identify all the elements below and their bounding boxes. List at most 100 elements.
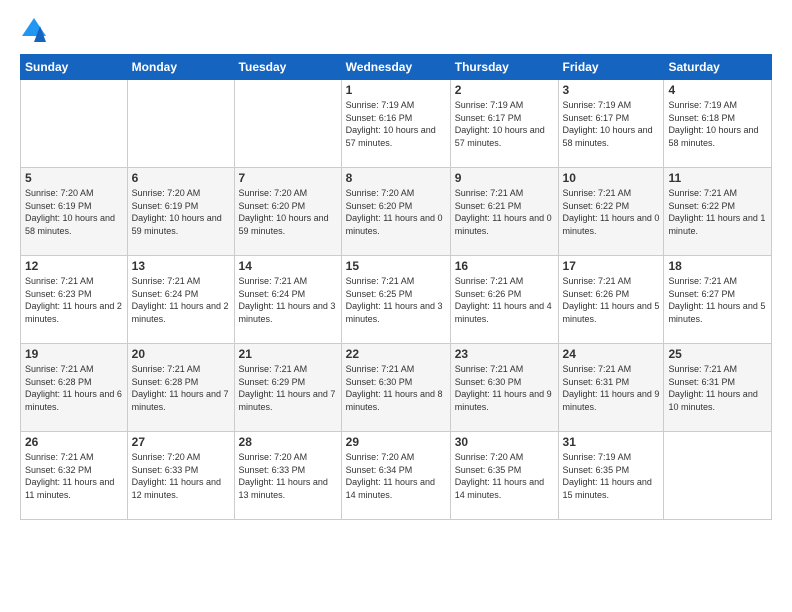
day-info: Sunrise: 7:19 AMSunset: 6:18 PMDaylight:… [668,99,767,149]
calendar-cell: 31 Sunrise: 7:19 AMSunset: 6:35 PMDayligh… [558,432,664,520]
day-info: Sunrise: 7:21 AMSunset: 6:22 PMDaylight:… [668,187,767,237]
calendar-cell: 17 Sunrise: 7:21 AMSunset: 6:26 PMDayligh… [558,256,664,344]
calendar-cell: 6 Sunrise: 7:20 AMSunset: 6:19 PMDaylight… [127,168,234,256]
day-info: Sunrise: 7:20 AMSunset: 6:35 PMDaylight:… [455,451,554,501]
day-info: Sunrise: 7:19 AMSunset: 6:35 PMDaylight:… [563,451,660,501]
day-info: Sunrise: 7:20 AMSunset: 6:19 PMDaylight:… [25,187,123,237]
calendar-cell: 10 Sunrise: 7:21 AMSunset: 6:22 PMDayligh… [558,168,664,256]
day-info: Sunrise: 7:21 AMSunset: 6:27 PMDaylight:… [668,275,767,325]
calendar-cell: 19 Sunrise: 7:21 AMSunset: 6:28 PMDayligh… [21,344,128,432]
day-number: 7 [239,171,337,185]
calendar-week-5: 26 Sunrise: 7:21 AMSunset: 6:32 PMDayligh… [21,432,772,520]
weekday-header-row: SundayMondayTuesdayWednesdayThursdayFrid… [21,55,772,80]
day-number: 5 [25,171,123,185]
weekday-header-sunday: Sunday [21,55,128,80]
weekday-header-wednesday: Wednesday [341,55,450,80]
day-number: 18 [668,259,767,273]
day-info: Sunrise: 7:20 AMSunset: 6:33 PMDaylight:… [239,451,337,501]
calendar-week-4: 19 Sunrise: 7:21 AMSunset: 6:28 PMDayligh… [21,344,772,432]
calendar-cell: 7 Sunrise: 7:20 AMSunset: 6:20 PMDaylight… [234,168,341,256]
calendar-cell: 21 Sunrise: 7:21 AMSunset: 6:29 PMDayligh… [234,344,341,432]
day-info: Sunrise: 7:21 AMSunset: 6:31 PMDaylight:… [668,363,767,413]
calendar-cell: 3Sunrise: 7:19 AMSunset: 6:17 PMDaylight… [558,80,664,168]
calendar-cell: 16 Sunrise: 7:21 AMSunset: 6:26 PMDayligh… [450,256,558,344]
day-number: 15 [346,259,446,273]
calendar-cell: 2 Sunrise: 7:19 AMSunset: 6:17 PMDaylight… [450,80,558,168]
day-number: 21 [239,347,337,361]
day-number: 13 [132,259,230,273]
day-info: Sunrise: 7:21 AMSunset: 6:26 PMDaylight:… [563,275,660,325]
weekday-header-tuesday: Tuesday [234,55,341,80]
day-number: 17 [563,259,660,273]
day-number: 30 [455,435,554,449]
day-info: Sunrise: 7:21 AMSunset: 6:29 PMDaylight:… [239,363,337,413]
day-info: Sunrise: 7:20 AMSunset: 6:20 PMDaylight:… [239,187,337,237]
day-number: 2 [455,83,554,97]
day-info: Sunrise: 7:21 AMSunset: 6:30 PMDaylight:… [346,363,446,413]
day-info: Sunrise: 7:20 AMSunset: 6:20 PMDaylight:… [346,187,446,237]
day-number: 19 [25,347,123,361]
calendar-week-1: 1Sunrise: 7:19 AMSunset: 6:16 PMDaylight… [21,80,772,168]
day-number: 29 [346,435,446,449]
day-info: Sunrise: 7:19 AMSunset: 6:17 PMDaylight:… [455,99,554,149]
calendar-cell: 14 Sunrise: 7:21 AMSunset: 6:24 PMDayligh… [234,256,341,344]
calendar-cell: 27Sunrise: 7:20 AMSunset: 6:33 PMDayligh… [127,432,234,520]
page: SundayMondayTuesdayWednesdayThursdayFrid… [0,0,792,612]
day-number: 6 [132,171,230,185]
day-info: Sunrise: 7:21 AMSunset: 6:31 PMDaylight:… [563,363,660,413]
calendar-cell: 28 Sunrise: 7:20 AMSunset: 6:33 PMDayligh… [234,432,341,520]
calendar-cell: 24 Sunrise: 7:21 AMSunset: 6:31 PMDayligh… [558,344,664,432]
day-number: 22 [346,347,446,361]
day-number: 23 [455,347,554,361]
day-number: 16 [455,259,554,273]
calendar-table: SundayMondayTuesdayWednesdayThursdayFrid… [20,54,772,520]
day-info: Sunrise: 7:21 AMSunset: 6:25 PMDaylight:… [346,275,446,325]
calendar-week-3: 12Sunrise: 7:21 AMSunset: 6:23 PMDayligh… [21,256,772,344]
day-info: Sunrise: 7:21 AMSunset: 6:28 PMDaylight:… [132,363,230,413]
day-number: 4 [668,83,767,97]
weekday-header-thursday: Thursday [450,55,558,80]
calendar-cell: 8Sunrise: 7:20 AMSunset: 6:20 PMDaylight… [341,168,450,256]
day-number: 9 [455,171,554,185]
day-info: Sunrise: 7:21 AMSunset: 6:24 PMDaylight:… [239,275,337,325]
calendar-cell: 15 Sunrise: 7:21 AMSunset: 6:25 PMDayligh… [341,256,450,344]
calendar-cell [21,80,128,168]
calendar-cell: 1Sunrise: 7:19 AMSunset: 6:16 PMDaylight… [341,80,450,168]
calendar-cell: 4 Sunrise: 7:19 AMSunset: 6:18 PMDaylight… [664,80,772,168]
calendar-cell: 9 Sunrise: 7:21 AMSunset: 6:21 PMDaylight… [450,168,558,256]
calendar-cell: 22 Sunrise: 7:21 AMSunset: 6:30 PMDayligh… [341,344,450,432]
day-info: Sunrise: 7:21 AMSunset: 6:28 PMDaylight:… [25,363,123,413]
day-info: Sunrise: 7:20 AMSunset: 6:34 PMDaylight:… [346,451,446,501]
calendar-cell: 13 Sunrise: 7:21 AMSunset: 6:24 PMDayligh… [127,256,234,344]
day-info: Sunrise: 7:21 AMSunset: 6:24 PMDaylight:… [132,275,230,325]
day-number: 25 [668,347,767,361]
calendar-cell: 29 Sunrise: 7:20 AMSunset: 6:34 PMDayligh… [341,432,450,520]
day-info: Sunrise: 7:21 AMSunset: 6:30 PMDaylight:… [455,363,554,413]
day-number: 3 [563,83,660,97]
day-number: 26 [25,435,123,449]
day-number: 1 [346,83,446,97]
day-number: 14 [239,259,337,273]
calendar-cell: 18 Sunrise: 7:21 AMSunset: 6:27 PMDayligh… [664,256,772,344]
calendar-cell [664,432,772,520]
day-number: 28 [239,435,337,449]
calendar-cell: 30 Sunrise: 7:20 AMSunset: 6:35 PMDayligh… [450,432,558,520]
day-number: 10 [563,171,660,185]
header [20,16,772,44]
day-info: Sunrise: 7:21 AMSunset: 6:26 PMDaylight:… [455,275,554,325]
day-number: 27 [132,435,230,449]
day-info: Sunrise: 7:21 AMSunset: 6:32 PMDaylight:… [25,451,123,501]
calendar-cell: 11Sunrise: 7:21 AMSunset: 6:22 PMDayligh… [664,168,772,256]
day-info: Sunrise: 7:21 AMSunset: 6:22 PMDaylight:… [563,187,660,237]
day-info: Sunrise: 7:21 AMSunset: 6:21 PMDaylight:… [455,187,554,237]
day-number: 31 [563,435,660,449]
day-number: 24 [563,347,660,361]
weekday-header-friday: Friday [558,55,664,80]
calendar-cell [234,80,341,168]
day-info: Sunrise: 7:20 AMSunset: 6:19 PMDaylight:… [132,187,230,237]
day-number: 20 [132,347,230,361]
weekday-header-monday: Monday [127,55,234,80]
calendar-cell: 23 Sunrise: 7:21 AMSunset: 6:30 PMDayligh… [450,344,558,432]
calendar-week-2: 5 Sunrise: 7:20 AMSunset: 6:19 PMDaylight… [21,168,772,256]
calendar-cell: 25 Sunrise: 7:21 AMSunset: 6:31 PMDayligh… [664,344,772,432]
